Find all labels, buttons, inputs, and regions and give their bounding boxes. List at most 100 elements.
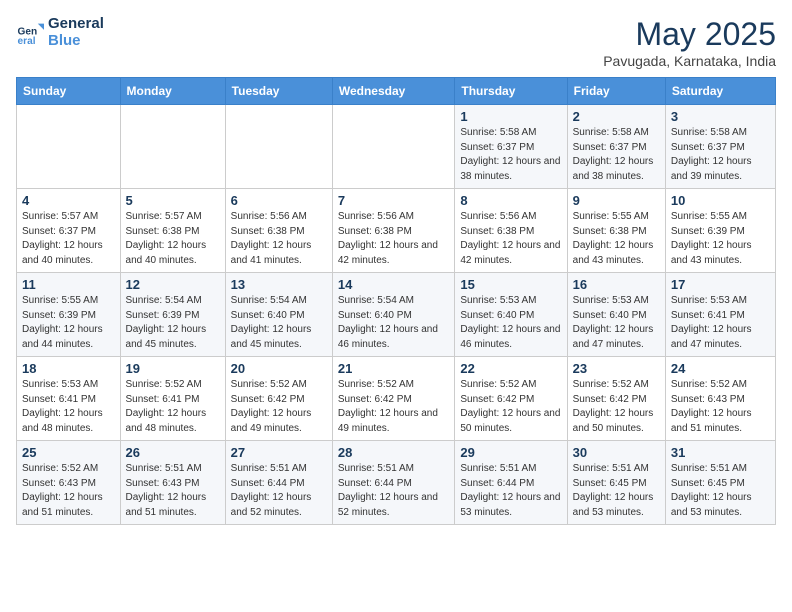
- day-of-week-header: Thursday: [455, 78, 567, 105]
- calendar-cell: 29 Sunrise: 5:51 AM Sunset: 6:44 PM Dayli…: [455, 441, 567, 525]
- day-number: 28: [338, 445, 450, 460]
- day-number: 20: [231, 361, 327, 376]
- day-info: Sunrise: 5:51 AM Sunset: 6:45 PM Dayligh…: [671, 462, 770, 520]
- day-number: 15: [460, 277, 561, 292]
- calendar-cell: 12 Sunrise: 5:54 AM Sunset: 6:39 PM Dayli…: [120, 273, 225, 357]
- svg-text:eral: eral: [18, 35, 36, 46]
- day-info: Sunrise: 5:55 AM Sunset: 6:39 PM Dayligh…: [671, 210, 770, 268]
- day-info: Sunrise: 5:56 AM Sunset: 6:38 PM Dayligh…: [338, 210, 450, 268]
- day-info: Sunrise: 5:55 AM Sunset: 6:39 PM Dayligh…: [22, 294, 115, 352]
- day-number: 6: [231, 193, 327, 208]
- day-info: Sunrise: 5:57 AM Sunset: 6:37 PM Dayligh…: [22, 210, 115, 268]
- day-info: Sunrise: 5:52 AM Sunset: 6:43 PM Dayligh…: [671, 378, 770, 436]
- calendar-cell: 27 Sunrise: 5:51 AM Sunset: 6:44 PM Dayli…: [225, 441, 332, 525]
- calendar-cell: 28 Sunrise: 5:51 AM Sunset: 6:44 PM Dayli…: [332, 441, 455, 525]
- day-info: Sunrise: 5:53 AM Sunset: 6:40 PM Dayligh…: [460, 294, 561, 352]
- day-number: 30: [573, 445, 660, 460]
- day-number: 11: [22, 277, 115, 292]
- day-info: Sunrise: 5:52 AM Sunset: 6:42 PM Dayligh…: [338, 378, 450, 436]
- location-subtitle: Pavugada, Karnataka, India: [603, 53, 776, 69]
- calendar-cell: 10 Sunrise: 5:55 AM Sunset: 6:39 PM Dayli…: [665, 189, 775, 273]
- calendar-cell: 8Sunrise: 5:56 AM Sunset: 6:38 PM Daylig…: [455, 189, 567, 273]
- day-number: 1: [460, 109, 561, 124]
- calendar-cell: 17 Sunrise: 5:53 AM Sunset: 6:41 PM Dayli…: [665, 273, 775, 357]
- day-of-week-header: Wednesday: [332, 78, 455, 105]
- day-info: Sunrise: 5:58 AM Sunset: 6:37 PM Dayligh…: [573, 126, 660, 184]
- calendar-cell: 30 Sunrise: 5:51 AM Sunset: 6:45 PM Dayli…: [567, 441, 665, 525]
- logo: Gen eral General Blue: [16, 16, 104, 49]
- calendar-cell: 1 Sunrise: 5:58 AM Sunset: 6:37 PM Daylig…: [455, 105, 567, 189]
- day-number: 23: [573, 361, 660, 376]
- day-header-row: SundayMondayTuesdayWednesdayThursdayFrid…: [17, 78, 776, 105]
- day-number: 2: [573, 109, 660, 124]
- day-info: Sunrise: 5:51 AM Sunset: 6:44 PM Dayligh…: [231, 462, 327, 520]
- calendar-week-row: 11 Sunrise: 5:55 AM Sunset: 6:39 PM Dayli…: [17, 273, 776, 357]
- calendar-cell: 22 Sunrise: 5:52 AM Sunset: 6:42 PM Dayli…: [455, 357, 567, 441]
- title-block: May 2025 Pavugada, Karnataka, India: [603, 16, 776, 69]
- calendar-cell: 20 Sunrise: 5:52 AM Sunset: 6:42 PM Dayli…: [225, 357, 332, 441]
- calendar-cell: 4 Sunrise: 5:57 AM Sunset: 6:37 PM Daylig…: [17, 189, 121, 273]
- day-info: Sunrise: 5:52 AM Sunset: 6:41 PM Dayligh…: [126, 378, 220, 436]
- day-number: 12: [126, 277, 220, 292]
- day-info: Sunrise: 5:51 AM Sunset: 6:44 PM Dayligh…: [460, 462, 561, 520]
- calendar-cell: 31 Sunrise: 5:51 AM Sunset: 6:45 PM Dayli…: [665, 441, 775, 525]
- day-number: 29: [460, 445, 561, 460]
- day-number: 26: [126, 445, 220, 460]
- day-of-week-header: Saturday: [665, 78, 775, 105]
- calendar-cell: 11 Sunrise: 5:55 AM Sunset: 6:39 PM Dayli…: [17, 273, 121, 357]
- day-number: 25: [22, 445, 115, 460]
- day-info: Sunrise: 5:51 AM Sunset: 6:44 PM Dayligh…: [338, 462, 450, 520]
- day-of-week-header: Sunday: [17, 78, 121, 105]
- calendar-week-row: 4 Sunrise: 5:57 AM Sunset: 6:37 PM Daylig…: [17, 189, 776, 273]
- day-info: Sunrise: 5:56 AM Sunset: 6:38 PM Dayligh…: [231, 210, 327, 268]
- day-number: 10: [671, 193, 770, 208]
- calendar-cell: 9Sunrise: 5:55 AM Sunset: 6:38 PM Daylig…: [567, 189, 665, 273]
- day-number: 19: [126, 361, 220, 376]
- calendar-cell: [225, 105, 332, 189]
- calendar-table: SundayMondayTuesdayWednesdayThursdayFrid…: [16, 77, 776, 525]
- calendar-cell: [332, 105, 455, 189]
- day-number: 24: [671, 361, 770, 376]
- day-number: 7: [338, 193, 450, 208]
- calendar-cell: 21 Sunrise: 5:52 AM Sunset: 6:42 PM Dayli…: [332, 357, 455, 441]
- day-info: Sunrise: 5:53 AM Sunset: 6:41 PM Dayligh…: [671, 294, 770, 352]
- logo-icon: Gen eral: [16, 19, 44, 47]
- calendar-cell: 19 Sunrise: 5:52 AM Sunset: 6:41 PM Dayli…: [120, 357, 225, 441]
- day-number: 31: [671, 445, 770, 460]
- logo-text-line1: General: [48, 16, 104, 33]
- day-number: 5: [126, 193, 220, 208]
- day-info: Sunrise: 5:53 AM Sunset: 6:41 PM Dayligh…: [22, 378, 115, 436]
- calendar-cell: [120, 105, 225, 189]
- calendar-cell: 18 Sunrise: 5:53 AM Sunset: 6:41 PM Dayli…: [17, 357, 121, 441]
- day-number: 3: [671, 109, 770, 124]
- day-number: 18: [22, 361, 115, 376]
- day-number: 13: [231, 277, 327, 292]
- calendar-cell: 15 Sunrise: 5:53 AM Sunset: 6:40 PM Dayli…: [455, 273, 567, 357]
- day-number: 4: [22, 193, 115, 208]
- day-number: 14: [338, 277, 450, 292]
- day-info: Sunrise: 5:58 AM Sunset: 6:37 PM Dayligh…: [460, 126, 561, 184]
- day-info: Sunrise: 5:52 AM Sunset: 6:42 PM Dayligh…: [460, 378, 561, 436]
- calendar-cell: 23 Sunrise: 5:52 AM Sunset: 6:42 PM Dayli…: [567, 357, 665, 441]
- day-number: 17: [671, 277, 770, 292]
- calendar-cell: 24 Sunrise: 5:52 AM Sunset: 6:43 PM Dayli…: [665, 357, 775, 441]
- day-info: Sunrise: 5:52 AM Sunset: 6:42 PM Dayligh…: [573, 378, 660, 436]
- day-number: 21: [338, 361, 450, 376]
- day-info: Sunrise: 5:54 AM Sunset: 6:40 PM Dayligh…: [338, 294, 450, 352]
- day-info: Sunrise: 5:52 AM Sunset: 6:42 PM Dayligh…: [231, 378, 327, 436]
- day-info: Sunrise: 5:54 AM Sunset: 6:39 PM Dayligh…: [126, 294, 220, 352]
- day-of-week-header: Tuesday: [225, 78, 332, 105]
- day-info: Sunrise: 5:53 AM Sunset: 6:40 PM Dayligh…: [573, 294, 660, 352]
- day-number: 22: [460, 361, 561, 376]
- day-number: 27: [231, 445, 327, 460]
- day-number: 9: [573, 193, 660, 208]
- calendar-cell: 16 Sunrise: 5:53 AM Sunset: 6:40 PM Dayli…: [567, 273, 665, 357]
- calendar-cell: 26Sunrise: 5:51 AM Sunset: 6:43 PM Dayli…: [120, 441, 225, 525]
- day-number: 16: [573, 277, 660, 292]
- calendar-cell: 2 Sunrise: 5:58 AM Sunset: 6:37 PM Daylig…: [567, 105, 665, 189]
- day-of-week-header: Monday: [120, 78, 225, 105]
- calendar-cell: 3Sunrise: 5:58 AM Sunset: 6:37 PM Daylig…: [665, 105, 775, 189]
- calendar-cell: 13Sunrise: 5:54 AM Sunset: 6:40 PM Dayli…: [225, 273, 332, 357]
- day-info: Sunrise: 5:51 AM Sunset: 6:45 PM Dayligh…: [573, 462, 660, 520]
- day-info: Sunrise: 5:57 AM Sunset: 6:38 PM Dayligh…: [126, 210, 220, 268]
